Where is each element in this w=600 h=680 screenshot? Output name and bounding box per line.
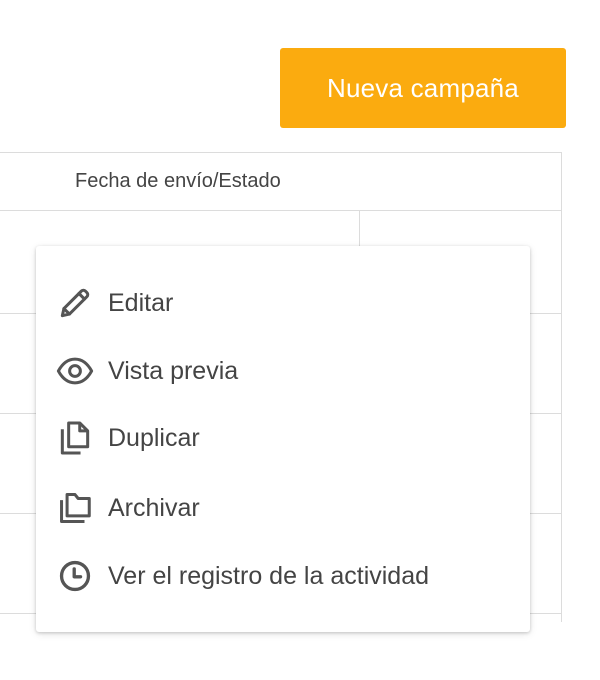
table-header: Fecha de envío/Estado [0, 153, 561, 211]
campaign-actions-menu: Editar Vista previa Duplicar Archivar Ve… [36, 246, 530, 632]
menu-item-label: Editar [108, 288, 174, 317]
menu-item-label: Vista previa [108, 356, 239, 385]
clock-icon [56, 557, 94, 595]
pencil-icon [56, 284, 94, 322]
column-header-send-date-status[interactable]: Fecha de envío/Estado [75, 170, 281, 193]
menu-item-label: Duplicar [108, 423, 200, 452]
eye-icon [56, 352, 94, 390]
copy-icon [56, 419, 94, 457]
menu-item-activity-log[interactable]: Ver el registro de la actividad [36, 550, 530, 602]
menu-item-preview[interactable]: Vista previa [36, 345, 530, 397]
menu-item-duplicate[interactable]: Duplicar [36, 412, 530, 464]
menu-item-edit[interactable]: Editar [36, 277, 530, 329]
new-campaign-button[interactable]: Nueva campaña [280, 48, 566, 128]
menu-item-label: Archivar [108, 493, 200, 522]
menu-item-archive[interactable]: Archivar [36, 482, 530, 534]
menu-item-label: Ver el registro de la actividad [108, 561, 430, 590]
archive-folder-icon [56, 489, 94, 527]
